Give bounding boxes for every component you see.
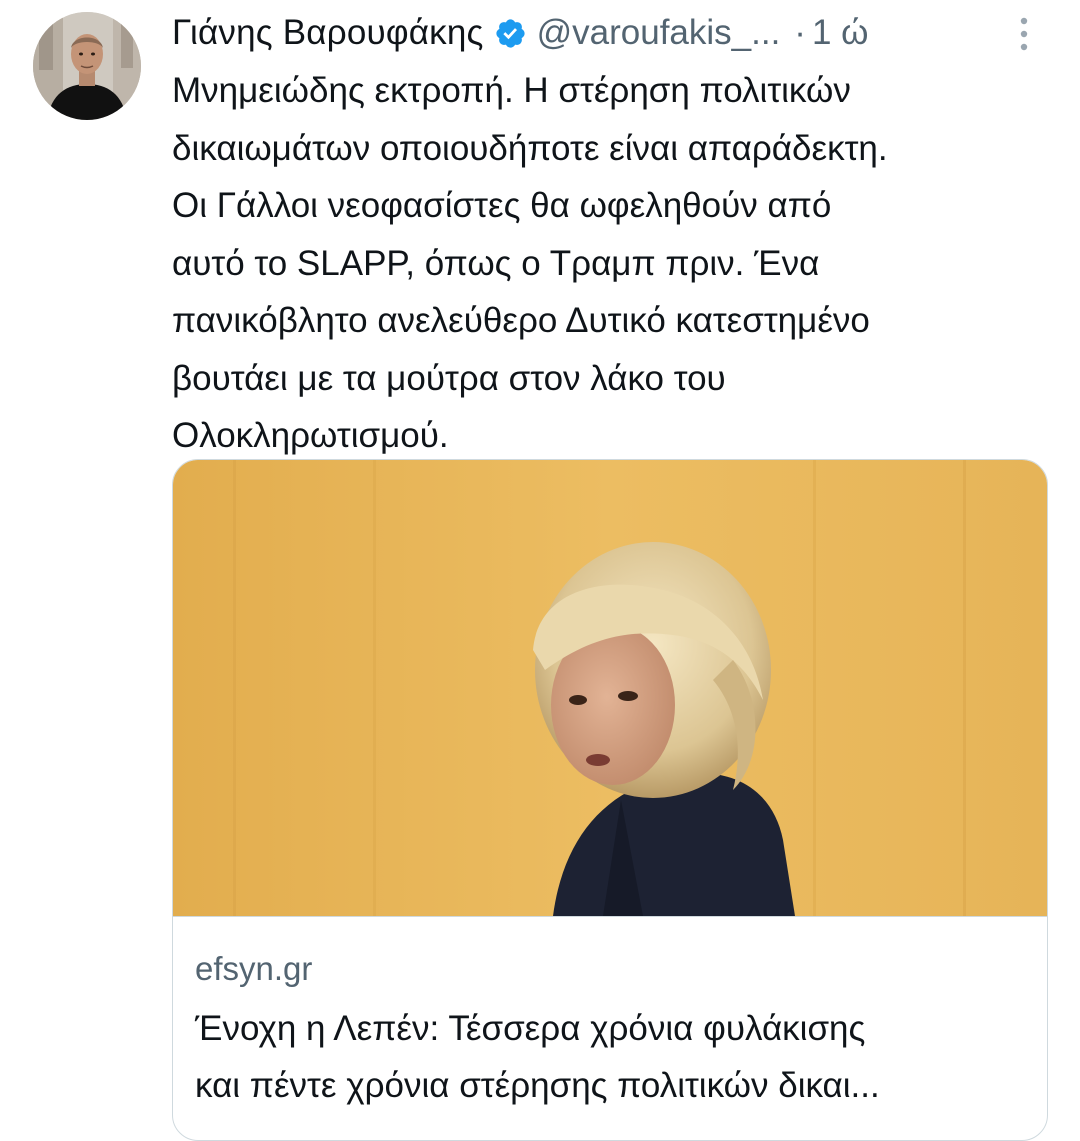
tweet-text-line: Ολοκληρωτισμού. bbox=[172, 416, 449, 455]
more-options-icon[interactable] bbox=[1010, 12, 1038, 56]
tweet-header: Γιάνης Βαρουφάκης @varoufakis_... · 1 ώ bbox=[172, 8, 1040, 58]
card-title-line: και πέντε χρόνια στέρησης πολιτικών δικα… bbox=[195, 1066, 880, 1105]
verified-badge-icon bbox=[496, 18, 525, 48]
tweet-text-line: βουτάει με τα μούτρα στον λάκο του bbox=[172, 358, 726, 398]
separator-dot: · bbox=[794, 13, 806, 52]
tweet-text-line: Μνημειώδης εκτροπή. Η στέρηση πολιτικών bbox=[172, 71, 851, 110]
tweet-text: Μνημειώδης εκτροπή. Η στέρηση πολιτικών … bbox=[172, 62, 1052, 465]
link-preview-card[interactable]: efsyn.gr Ένοχη η Λεπέν: Τέσσερα χρόνια φ… bbox=[172, 459, 1048, 1141]
avatar[interactable] bbox=[33, 12, 141, 120]
tweet-text-line: αυτό το SLAPP, όπως ο Τραμπ πριν. Ένα bbox=[172, 243, 820, 283]
card-image[interactable] bbox=[173, 460, 1047, 917]
author-display-name[interactable]: Γιάνης Βαρουφάκης bbox=[172, 13, 484, 53]
author-handle[interactable]: @varoufakis_... bbox=[537, 13, 781, 53]
profile-photo bbox=[33, 12, 141, 120]
tweet-text-line: δικαιωμάτων οποιουδήποτε είναι απαράδεκτ… bbox=[172, 128, 888, 168]
tweet-text-line: πανικόβλητο ανελεύθερο Δυτικό κατεστημέν… bbox=[172, 301, 870, 340]
tweet-text-line: Οι Γάλλοι νεοφασίστες θα ωφεληθούν από bbox=[172, 186, 832, 225]
card-title-line: Ένοχη η Λεπέν: Τέσσερα χρόνια φυλάκισης bbox=[195, 1009, 866, 1048]
tweet-timestamp[interactable]: 1 ώ bbox=[812, 13, 869, 53]
card-domain: efsyn.gr bbox=[195, 950, 313, 987]
card-title: Ένοχη η Λεπέν: Τέσσερα χρόνια φυλάκισης … bbox=[195, 1000, 1035, 1114]
